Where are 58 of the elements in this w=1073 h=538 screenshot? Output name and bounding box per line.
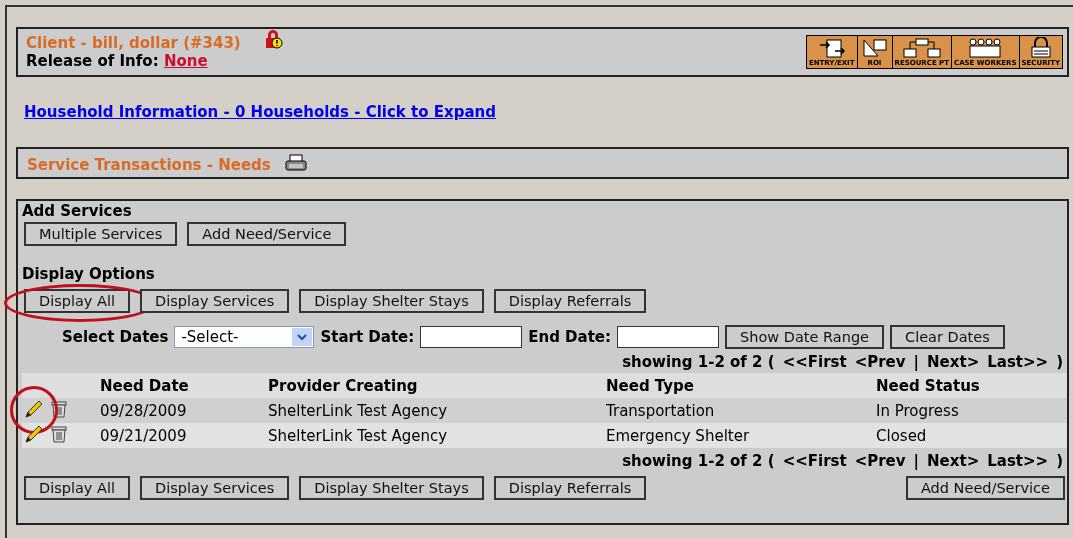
field-label: Start Date: — [320, 328, 415, 346]
table-cell: In Progress — [876, 401, 959, 420]
pager-link[interactable]: Last>> — [987, 452, 1049, 470]
household-link[interactable]: Household Information - 0 Households - Click to Expand — [24, 103, 496, 121]
date-button[interactable]: Show Date Range — [725, 325, 884, 349]
column-header: Need Date — [100, 376, 189, 395]
lock-warning-icon — [264, 29, 283, 49]
field-label: Select Dates — [62, 328, 169, 346]
pencil-icon[interactable] — [24, 399, 44, 418]
section-heading: Display Options — [22, 266, 156, 283]
field-label: End Date: — [528, 328, 612, 346]
table-cell: ShelterLink Test Agency — [268, 426, 448, 445]
action-button[interactable]: Multiple Services — [24, 222, 178, 246]
table-cell: 09/21/2009 — [100, 426, 187, 445]
table-cell: Transportation — [606, 401, 715, 420]
pager-link[interactable]: <<First — [782, 353, 847, 371]
client-title: Client - bill, dollar (#343) — [26, 34, 241, 52]
filter-button[interactable]: Display Shelter Stays — [299, 289, 484, 313]
pager-link[interactable]: Next> — [927, 353, 980, 371]
section-heading: Add Services — [22, 203, 133, 220]
filter-button[interactable]: Display All — [24, 289, 131, 313]
filter-button[interactable]: Display Services — [140, 289, 290, 313]
filter-button[interactable]: Display Referrals — [493, 476, 647, 500]
pager-link[interactable]: <<First — [782, 452, 847, 470]
column-header: Need Type — [606, 376, 694, 395]
column-header: Need Status — [876, 376, 980, 395]
pager-summary: showing 1-2 of 2 ( — [622, 452, 775, 470]
table-cell: 09/28/2009 — [100, 401, 187, 420]
pager-link[interactable]: Last>> — [987, 353, 1049, 371]
pager-paren: ) — [1056, 353, 1063, 371]
pager-separator: | — [913, 353, 920, 371]
table-cell: Closed — [876, 426, 927, 445]
pager-link[interactable]: Next> — [927, 452, 980, 470]
trash-icon[interactable] — [50, 424, 68, 443]
table-cell: ShelterLink Test Agency — [268, 401, 448, 420]
pager-link[interactable]: <Prev — [854, 353, 906, 371]
filter-button[interactable]: Display Shelter Stays — [299, 476, 484, 500]
table-cell: Emergency Shelter — [606, 426, 750, 445]
end-date-field[interactable] — [617, 326, 720, 348]
trash-icon[interactable] — [50, 399, 68, 418]
filter-button[interactable]: Display Referrals — [493, 289, 647, 313]
pager-summary: showing 1-2 of 2 ( — [622, 353, 775, 371]
add-need-button[interactable]: Add Need/Service — [905, 476, 1065, 500]
column-header: Provider Creating — [268, 376, 418, 395]
release-link[interactable]: None — [163, 52, 208, 70]
action-button[interactable]: Add Need/Service — [187, 222, 347, 246]
start-date-field[interactable] — [420, 326, 523, 348]
pager-link[interactable]: <Prev — [854, 452, 906, 470]
printer-icon[interactable] — [284, 154, 307, 172]
pager-separator: | — [913, 452, 920, 470]
filter-button[interactable]: Display All — [24, 476, 131, 500]
pencil-icon[interactable] — [24, 424, 44, 443]
pager-paren: ) — [1056, 452, 1063, 470]
filter-button[interactable]: Display Services — [140, 476, 290, 500]
release-label: Release of Info: — [26, 52, 159, 70]
section-title: Service Transactions - Needs — [27, 155, 271, 174]
date-dropdown[interactable]: -Select- — [174, 326, 315, 348]
date-button[interactable]: Clear Dates — [890, 325, 1005, 349]
